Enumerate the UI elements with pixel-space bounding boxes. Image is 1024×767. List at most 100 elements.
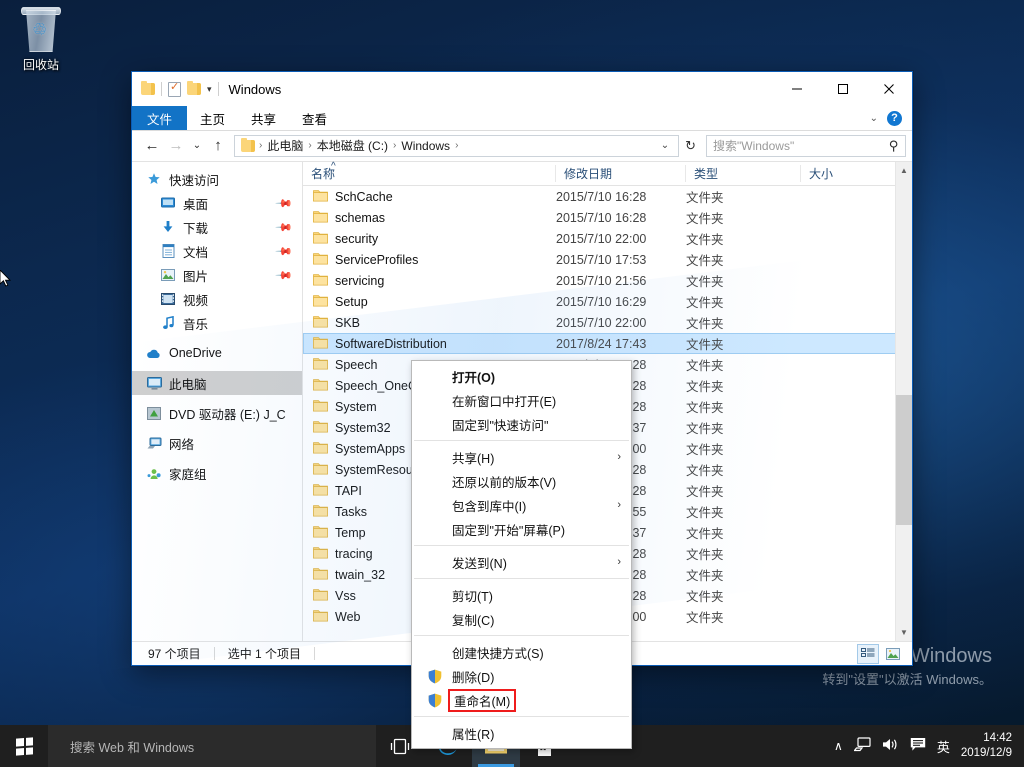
- new-folder-icon[interactable]: [187, 83, 201, 95]
- pin-icon[interactable]: 📌: [275, 194, 294, 213]
- volume-icon[interactable]: [882, 737, 899, 755]
- maximize-icon: [837, 83, 849, 95]
- taskbar-search-box[interactable]: 搜索 Web 和 Windows: [48, 725, 376, 767]
- sidebar-item-this-pc[interactable]: 此电脑: [132, 371, 302, 395]
- file-name-cell: security: [303, 231, 556, 247]
- help-icon[interactable]: ?: [887, 111, 902, 126]
- details-view-button[interactable]: [857, 644, 879, 664]
- column-header-size[interactable]: 大小: [801, 165, 891, 182]
- recent-locations-button[interactable]: ⌄: [188, 134, 206, 158]
- menu-item[interactable]: 固定到"开始"屏幕(P): [412, 517, 631, 541]
- expand-ribbon-icon[interactable]: ⌄: [870, 113, 878, 124]
- table-row[interactable]: security2015/7/10 22:00文件夹: [303, 228, 912, 249]
- clock[interactable]: 14:42 2019/12/9: [961, 731, 1016, 760]
- forward-button[interactable]: →: [164, 134, 188, 158]
- sidebar-item-network[interactable]: 网络: [132, 431, 302, 455]
- folder-icon: [313, 588, 328, 604]
- menu-item[interactable]: 包含到库中(I)›: [412, 493, 631, 517]
- table-row[interactable]: schemas2015/7/10 16:28文件夹: [303, 207, 912, 228]
- action-center-icon[interactable]: [910, 737, 926, 755]
- maximize-button[interactable]: [820, 72, 866, 106]
- table-row[interactable]: Setup2015/7/10 16:29文件夹: [303, 291, 912, 312]
- menu-item[interactable]: 共享(H)›: [412, 445, 631, 469]
- divider: [161, 82, 162, 96]
- sidebar-item-music[interactable]: 音乐: [132, 311, 302, 335]
- sidebar-item-documents[interactable]: 文档 📌: [132, 239, 302, 263]
- menu-item[interactable]: 发送到(N)›: [412, 550, 631, 574]
- close-button[interactable]: [866, 72, 912, 106]
- customize-quick-access-icon[interactable]: ▾: [207, 84, 212, 95]
- breadcrumb-dropdown-icon[interactable]: ⌄: [656, 140, 674, 151]
- desktop-icon-recycle-bin[interactable]: ♲ 回收站: [8, 6, 74, 73]
- table-row[interactable]: servicing2015/7/10 21:56文件夹: [303, 270, 912, 291]
- menu-item[interactable]: 剪切(T): [412, 583, 631, 607]
- back-button[interactable]: ←: [140, 134, 164, 158]
- pin-icon[interactable]: 📌: [275, 242, 294, 261]
- tab-file[interactable]: 文件: [132, 106, 187, 130]
- scrollbar-thumb[interactable]: [896, 395, 912, 525]
- scroll-up-button[interactable]: ▲: [896, 162, 912, 179]
- ime-indicator[interactable]: 英: [937, 737, 950, 756]
- start-button[interactable]: [0, 725, 48, 767]
- tab-home[interactable]: 主页: [187, 106, 238, 130]
- file-type-cell: 文件夹: [686, 565, 801, 584]
- sidebar-item-homegroup[interactable]: 家庭组: [132, 461, 302, 485]
- table-row[interactable]: SchCache2015/7/10 16:28文件夹: [303, 186, 912, 207]
- file-name: Temp: [335, 526, 366, 540]
- clock-date: 2019/12/9: [961, 746, 1012, 761]
- network-icon[interactable]: [854, 737, 871, 755]
- properties-icon[interactable]: [168, 82, 181, 97]
- folder-icon[interactable]: [141, 83, 155, 95]
- tab-view[interactable]: 查看: [289, 106, 340, 130]
- sidebar-item-onedrive[interactable]: OneDrive: [132, 341, 302, 365]
- sidebar-item-pictures[interactable]: 图片 📌: [132, 263, 302, 287]
- menu-item[interactable]: 打开(O): [412, 364, 631, 388]
- search-input[interactable]: [713, 139, 885, 153]
- vertical-scrollbar[interactable]: ▲ ▼: [895, 162, 912, 641]
- table-row[interactable]: SKB2015/7/10 22:00文件夹: [303, 312, 912, 333]
- watermark-subtitle: 转到"设置"以激活 Windows。: [822, 671, 992, 690]
- refresh-button[interactable]: ↻: [679, 138, 702, 154]
- folder-icon: [313, 420, 328, 436]
- ribbon-tab-bar: 文件 主页 共享 查看 ⌄ ?: [132, 106, 912, 131]
- column-header-name[interactable]: 名称: [303, 165, 556, 182]
- table-row[interactable]: ServiceProfiles2015/7/10 17:53文件夹: [303, 249, 912, 270]
- large-icons-view-button[interactable]: [882, 644, 904, 664]
- cloud-icon: [146, 345, 162, 361]
- sidebar-item-videos[interactable]: 视频: [132, 287, 302, 311]
- column-header-type[interactable]: 类型: [686, 165, 801, 182]
- window-title: Windows: [229, 82, 282, 97]
- sidebar-item-desktop[interactable]: 桌面 📌: [132, 191, 302, 215]
- menu-item[interactable]: 固定到"快速访问": [412, 412, 631, 436]
- breadcrumb-item-local-disk[interactable]: 本地磁盘 (C:): [314, 137, 391, 154]
- sidebar-item-downloads[interactable]: 下载 📌: [132, 215, 302, 239]
- menu-item[interactable]: 还原以前的版本(V): [412, 469, 631, 493]
- pin-icon[interactable]: 📌: [275, 218, 294, 237]
- menu-item[interactable]: 复制(C): [412, 607, 631, 631]
- pin-icon[interactable]: 📌: [275, 266, 294, 285]
- menu-item-label: 创建快捷方式(S): [452, 643, 544, 662]
- menu-item-label: 剪切(T): [452, 586, 493, 605]
- menu-item[interactable]: 在新窗口中打开(E): [412, 388, 631, 412]
- up-button[interactable]: ↑: [206, 134, 230, 158]
- scroll-down-button[interactable]: ▼: [896, 624, 912, 641]
- menu-item[interactable]: 重命名(M): [412, 688, 631, 712]
- menu-separator: [414, 635, 629, 636]
- breadcrumb[interactable]: › 此电脑 › 本地磁盘 (C:) › Windows › ⌄: [234, 135, 679, 157]
- search-icon[interactable]: ⚲: [889, 138, 899, 154]
- menu-item[interactable]: 创建快捷方式(S): [412, 640, 631, 664]
- chevron-up-icon[interactable]: ∧: [834, 739, 843, 753]
- menu-item[interactable]: 删除(D): [412, 664, 631, 688]
- breadcrumb-item-windows[interactable]: Windows: [398, 139, 453, 153]
- breadcrumb-item-this-pc[interactable]: 此电脑: [264, 137, 306, 154]
- table-row[interactable]: SoftwareDistribution2017/8/24 17:43文件夹: [303, 333, 912, 354]
- file-name: Web: [335, 610, 360, 624]
- menu-item[interactable]: 属性(R): [412, 721, 631, 745]
- menu-item-label: 属性(R): [452, 724, 494, 743]
- sidebar-item-dvd-drive[interactable]: DVD 驱动器 (E:) J_C: [132, 401, 302, 425]
- minimize-button[interactable]: [774, 72, 820, 106]
- tab-share[interactable]: 共享: [238, 106, 289, 130]
- column-header-date[interactable]: 修改日期: [556, 165, 686, 182]
- sidebar-item-quick-access[interactable]: 快速访问: [132, 167, 302, 191]
- search-box[interactable]: ⚲: [706, 135, 906, 157]
